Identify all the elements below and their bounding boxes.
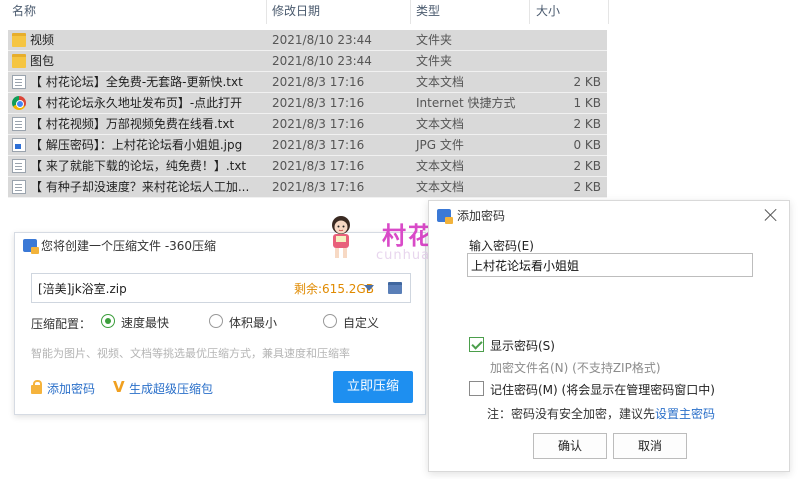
column-header-type[interactable]: 类型 xyxy=(416,0,528,24)
password-input[interactable] xyxy=(467,253,753,277)
folder-icon xyxy=(12,33,26,47)
chevron-down-icon[interactable] xyxy=(364,285,374,291)
option-label: 自定义 xyxy=(343,316,380,330)
radio-icon xyxy=(209,314,223,328)
file-row[interactable]: 图包 2021/8/10 23:44 文件夹 xyxy=(8,51,607,72)
free-space-label: 剩余:615.2GB xyxy=(294,282,374,296)
text-file-icon xyxy=(12,159,26,173)
file-row[interactable]: 【 解压密码】：上村花论坛看小姐姐.jpg 2021/8/3 17:16 JPG… xyxy=(8,135,607,156)
browse-folder-icon[interactable] xyxy=(388,282,402,294)
file-date: 2021/8/3 17:16 xyxy=(272,117,365,131)
text-file-icon xyxy=(12,117,26,131)
compress-now-button[interactable]: 立即压缩 xyxy=(333,371,413,403)
column-header-label: 修改日期 xyxy=(272,4,321,18)
cancel-button[interactable]: 取消 xyxy=(613,433,687,459)
file-list: 视频 2021/8/10 23:44 文件夹 图包 2021/8/10 23:4… xyxy=(8,30,607,198)
confirm-button[interactable]: 确认 xyxy=(533,433,607,459)
column-header-date[interactable]: 修改日期 xyxy=(272,0,408,24)
file-date: 2021/8/3 17:16 xyxy=(272,159,365,173)
add-password-dialog: 添加密码 输入密码(E) 显示密码(S) 加密文件名(N) (不支持ZIP格式)… xyxy=(428,200,790,472)
cartoon-girl-icon xyxy=(332,216,350,258)
file-row[interactable]: 【 村花论坛】全免费-无套路-更新快.txt 2021/8/3 17:16 文本… xyxy=(8,72,607,93)
column-divider[interactable] xyxy=(266,0,267,24)
file-name: 图包 xyxy=(30,54,55,68)
file-type: 文本文档 xyxy=(416,117,465,131)
file-row[interactable]: 视频 2021/8/10 23:44 文件夹 xyxy=(8,30,607,51)
file-size: 2 KB xyxy=(573,159,601,173)
option-label: 体积最小 xyxy=(229,316,278,330)
file-name: 视频 xyxy=(30,33,55,47)
password-note: 注：密码没有安全加密，建议先设置主密码 xyxy=(487,405,715,422)
checkbox-checked-icon xyxy=(469,337,484,352)
column-header-name[interactable]: 名称 xyxy=(12,0,267,24)
column-header-size[interactable]: 大小 xyxy=(536,0,606,24)
add-password-dialog-title: 添加密码 xyxy=(457,209,506,223)
file-row[interactable]: 【 村花视频】万部视频免费在线看.txt 2021/8/3 17:16 文本文档… xyxy=(8,114,607,135)
file-size: 1 KB xyxy=(573,96,601,110)
file-date: 2021/8/3 17:16 xyxy=(272,138,365,152)
jpg-file-icon xyxy=(12,138,26,152)
password-input-label: 输入密码(E) xyxy=(469,239,534,253)
file-name: 【 来了就能下载的论坛，纯免费！】.txt xyxy=(30,159,247,173)
super-zip-label: 生成超级压缩包 xyxy=(129,382,214,396)
file-type: Internet 快捷方式 xyxy=(416,96,516,110)
checkbox-icon xyxy=(469,381,484,396)
file-name: 【 有种子却没速度？来村花论坛人工加... xyxy=(30,180,250,194)
file-row[interactable]: 【 来了就能下载的论坛，纯免费！】.txt 2021/8/3 17:16 文本文… xyxy=(8,156,607,177)
file-name: 【 村花论坛永久地址发布页】-点此打开 xyxy=(30,96,243,110)
file-date: 2021/8/10 23:44 xyxy=(272,33,372,47)
file-date: 2021/8/10 23:44 xyxy=(272,54,372,68)
file-explorer: 名称 修改日期 类型 大小 视频 2021/8/10 23:44 文件夹 图包 … xyxy=(0,0,612,200)
text-file-icon xyxy=(12,180,26,194)
file-size: 2 KB xyxy=(573,75,601,89)
file-size: 2 KB xyxy=(573,180,601,194)
add-password-label: 添加密码 xyxy=(47,382,96,396)
column-divider[interactable] xyxy=(608,0,609,24)
file-row[interactable]: 【 有种子却没速度？来村花论坛人工加... 2021/8/3 17:16 文本文… xyxy=(8,177,607,198)
file-date: 2021/8/3 17:16 xyxy=(272,75,365,89)
file-name: 【 村花视频】万部视频免费在线看.txt xyxy=(30,117,235,131)
compress-hint-text: 智能为图片、视频、文档等挑选最优压缩方式，兼具速度和压缩率 xyxy=(31,347,350,360)
file-date: 2021/8/3 17:16 xyxy=(272,96,365,110)
file-type: 文本文档 xyxy=(416,180,465,194)
lock-icon xyxy=(31,380,42,394)
column-header-label: 大小 xyxy=(536,4,561,18)
file-type: 文本文档 xyxy=(416,159,465,173)
folder-icon xyxy=(12,54,26,68)
column-header-label: 类型 xyxy=(416,4,441,18)
360zip-logo-icon xyxy=(437,209,453,224)
v-badge-icon: V xyxy=(113,378,125,396)
file-row[interactable]: 【 村花论坛永久地址发布页】-点此打开 2021/8/3 17:16 Inter… xyxy=(8,93,607,114)
file-size: 2 KB xyxy=(573,117,601,131)
compress-config-label: 压缩配置： xyxy=(31,317,92,331)
chrome-shortcut-icon xyxy=(12,96,26,110)
file-type: 文件夹 xyxy=(416,54,453,68)
radio-icon xyxy=(323,314,337,328)
checkbox-label: 显示密码(S) xyxy=(490,339,555,353)
file-date: 2021/8/3 17:16 xyxy=(272,180,365,194)
file-size: 0 KB xyxy=(573,138,601,152)
file-type: 文件夹 xyxy=(416,33,453,47)
set-master-password-link[interactable]: 设置主密码 xyxy=(655,407,715,421)
file-type: 文本文档 xyxy=(416,75,465,89)
archive-name-field[interactable]: [涪美]jk浴室.zip 剩余:615.2GB xyxy=(31,273,411,303)
radio-selected-icon xyxy=(101,314,115,328)
file-name: 【 解压密码】：上村花论坛看小姐姐.jpg xyxy=(30,138,243,152)
text-file-icon xyxy=(12,75,26,89)
watermark-subtext: cunhua xyxy=(376,248,431,263)
file-type: JPG 文件 xyxy=(416,138,464,152)
column-header-label: 名称 xyxy=(12,4,37,18)
checkbox-label: 加密文件名(N) (不支持ZIP格式) xyxy=(490,361,661,375)
column-divider[interactable] xyxy=(410,0,411,24)
archive-name-value: [涪美]jk浴室.zip xyxy=(38,282,127,296)
close-icon[interactable] xyxy=(763,207,779,223)
360zip-logo-icon xyxy=(23,239,39,254)
option-label: 速度最快 xyxy=(121,316,170,330)
column-divider[interactable] xyxy=(529,0,530,24)
file-name: 【 村花论坛】全免费-无套路-更新快.txt xyxy=(30,75,243,89)
password-note-text: 注：密码没有安全加密，建议先 xyxy=(487,407,656,421)
compress-dialog-title: 您将创建一个压缩文件 -360压缩 xyxy=(41,239,217,253)
checkbox-label: 记住密码(M) (将会显示在管理密码窗口中) xyxy=(490,383,715,397)
